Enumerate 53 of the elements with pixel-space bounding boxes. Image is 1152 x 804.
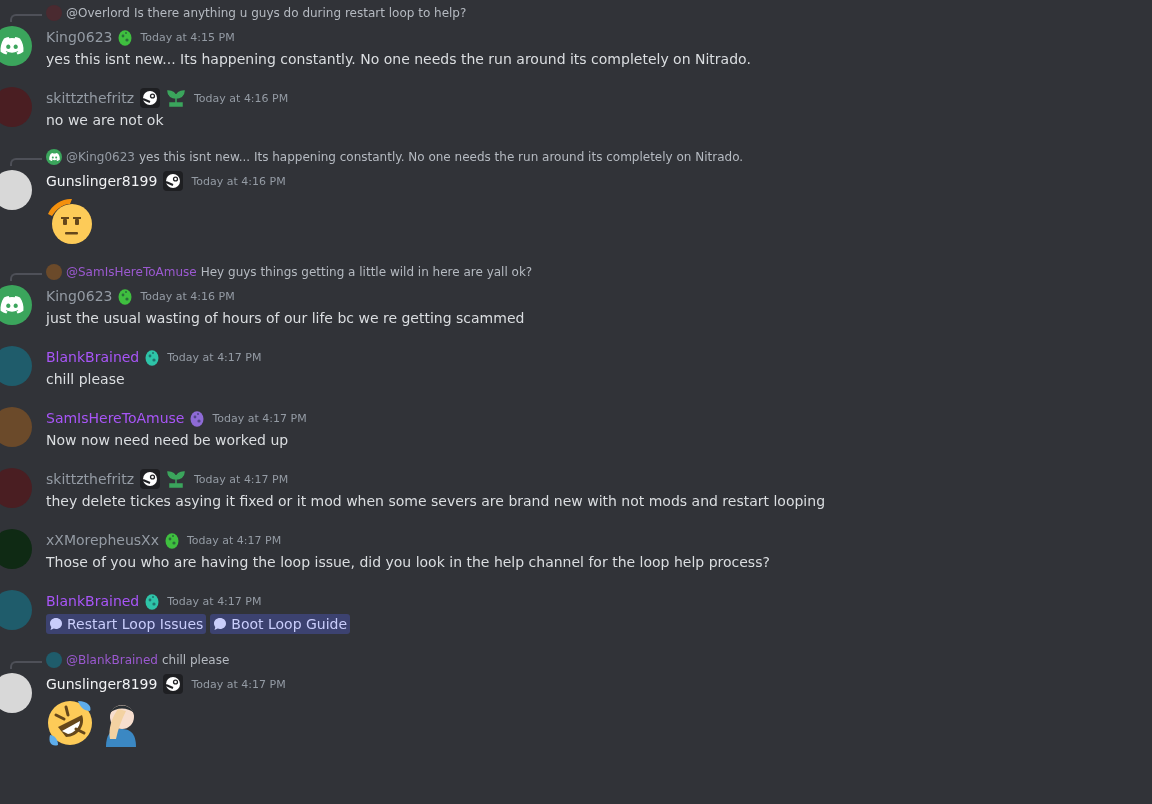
discord-logo-icon [0, 296, 24, 314]
message-text: Those of you who are having the loop issue, did you look in the help channel for the loop help process? [46, 553, 770, 572]
timestamp: Today at 4:17 PM [187, 533, 282, 547]
speech-bubble-icon [213, 617, 228, 631]
message-text: Now now need need be worked up [46, 431, 290, 450]
default-avatar[interactable] [0, 26, 32, 66]
username[interactable]: King0623 [46, 29, 113, 45]
channel-link[interactable]: Restart Loop Issues [46, 614, 207, 634]
username[interactable]: BlankBrained [46, 349, 140, 365]
reply-connector-line [10, 158, 42, 166]
message-text: no we are not ok [46, 111, 165, 130]
timestamp: Today at 4:16 PM [194, 91, 289, 105]
reply-mention[interactable]: @SamIsHereToAmuse [66, 265, 197, 279]
timestamp: Today at 4:17 PM [167, 594, 262, 608]
reply-mention[interactable]: @BlankBrained [66, 653, 158, 667]
saluting-face-emoji [46, 196, 94, 244]
reply-connector-line [10, 273, 42, 281]
timestamp: Today at 4:17 PM [167, 350, 262, 364]
discord-logo-icon [48, 152, 60, 162]
reply-connector-line [10, 14, 42, 22]
timestamp: Today at 4:16 PM [191, 174, 286, 188]
default-avatar[interactable] [0, 285, 32, 325]
discord-logo-icon [0, 37, 24, 55]
timestamp: Today at 4:16 PM [140, 289, 235, 303]
reply-preview-text[interactable]: chill please [161, 653, 230, 667]
avatar-photo[interactable] [0, 170, 32, 210]
username[interactable]: skittzthefritz [46, 471, 134, 487]
timestamp: Today at 4:15 PM [140, 30, 235, 44]
username[interactable]: xXMorepheusXx [46, 532, 159, 548]
message-text: just the usual wasting of hours of our life bc we re getting scammed [46, 309, 525, 328]
username[interactable]: skittzthefritz [46, 90, 134, 106]
message-text: yes this isnt new... Its happening constantly. No one needs the run around its completely on Nitrado. [46, 50, 751, 69]
username[interactable]: Gunslinger8199 [46, 676, 158, 692]
channel-link[interactable]: Boot Loop Guide [210, 614, 351, 634]
rolling-laughing-emoji [46, 699, 94, 747]
speech-bubble-icon [49, 617, 63, 631]
message-text: chill please [46, 370, 126, 389]
message-text: they delete tickes asying it fixed or it mod when some severs are brand new with not mods and restart looping [46, 492, 826, 511]
reply-mention[interactable]: @King0623 [66, 150, 135, 164]
avatar-photo[interactable] [0, 673, 32, 713]
username[interactable]: Gunslinger8199 [46, 173, 158, 189]
reply-mention[interactable]: @Overlord [66, 6, 130, 20]
reply-preview-text[interactable]: Is there anything u guys do during restart loop to help? [133, 6, 467, 20]
username[interactable]: SamIsHereToAmuse [46, 410, 185, 426]
default-avatar[interactable] [46, 149, 62, 165]
reply-preview-text[interactable]: yes this isnt new... Its happening constantly. No one needs the run around its completely on Nitrado. [138, 150, 744, 164]
username[interactable]: King0623 [46, 288, 113, 304]
username[interactable]: BlankBrained [46, 593, 140, 609]
timestamp: Today at 4:17 PM [191, 677, 286, 691]
timestamp: Today at 4:17 PM [212, 411, 307, 425]
reply-connector-line [10, 661, 42, 669]
reply-preview-text[interactable]: Hey guys things getting a little wild in here are yall ok? [200, 265, 533, 279]
timestamp: Today at 4:17 PM [194, 472, 289, 486]
